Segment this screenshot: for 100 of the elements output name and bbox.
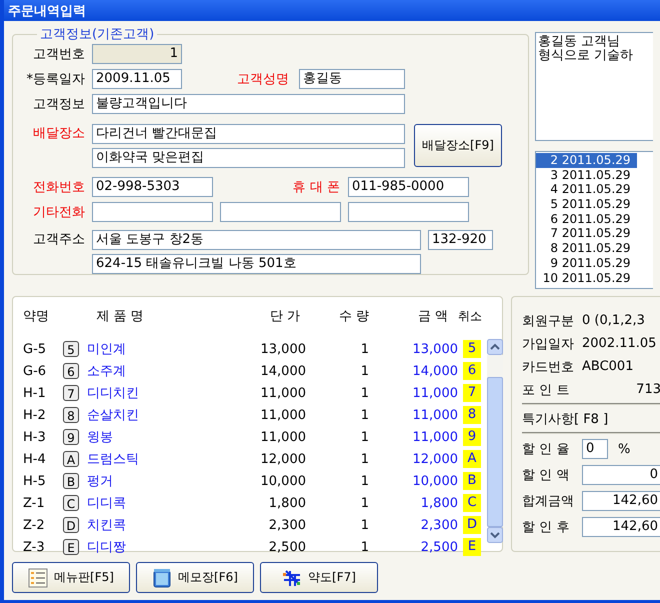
field-label: 배달장소 xyxy=(32,125,85,143)
cancel-button[interactable]: 8 xyxy=(463,406,481,424)
delivery-address-field[interactable]: 이화약국 맞은편집 xyxy=(92,148,405,168)
key-badge: 5 xyxy=(63,340,79,356)
list-icon xyxy=(28,568,48,588)
cancel-button[interactable]: E xyxy=(463,538,481,556)
toolbar-button[interactable]: 메모장[F6] xyxy=(136,562,254,593)
key-badge: 6 xyxy=(63,362,79,378)
cancel-button[interactable]: B xyxy=(463,472,481,490)
column-header: 제 품 명 xyxy=(95,308,145,325)
history-item[interactable]: 6 2011.05.29 xyxy=(536,212,637,226)
other-phone-field[interactable] xyxy=(92,202,213,222)
table-cell-text: 1 xyxy=(360,408,369,422)
table-cell-text: 치킨콕 xyxy=(87,517,127,534)
history-item[interactable]: 10 2011.05.29 xyxy=(536,270,637,286)
phone-field[interactable]: 02-998-5303 xyxy=(92,177,213,197)
table-cell-text: 1,800 xyxy=(420,496,458,510)
table-cell-text: 1 xyxy=(360,364,369,378)
delivery-address-field[interactable]: 다리건너 빨간대문집 xyxy=(92,124,405,144)
field-label: 합계금액 xyxy=(522,493,575,510)
table-cell-text: 미인계 xyxy=(87,341,127,358)
customer-info-field[interactable]: 불량고객입니다 xyxy=(92,94,405,114)
date-field[interactable]: 2009.11.05 xyxy=(92,69,182,89)
scroll-down-icon[interactable] xyxy=(487,527,503,543)
scrollbar[interactable] xyxy=(487,339,503,543)
group-title: 고객정보(기존고객) xyxy=(39,26,156,43)
table-cell-text: 드럼스틱 xyxy=(87,451,140,468)
cancel-button[interactable]: 6 xyxy=(463,362,481,380)
history-item[interactable]: 7 2011.05.29 xyxy=(536,226,637,242)
notepad-icon xyxy=(152,568,172,588)
table-cell-text: 소주계 xyxy=(87,363,127,380)
history-item[interactable]: 5 2011.05.29 xyxy=(536,197,637,212)
name-field[interactable]: 홍길동 xyxy=(299,69,405,89)
table-cell-text: G-6 xyxy=(22,364,48,378)
mobile-field[interactable]: 011-985-0000 xyxy=(348,177,469,197)
amount-field[interactable]: 0 xyxy=(582,465,660,485)
road-map-icon xyxy=(282,568,302,588)
info-value: ABC001 xyxy=(582,359,634,374)
history-item[interactable]: 8 2011.05.29 xyxy=(536,241,637,256)
delivery-address-button[interactable]: 배달장소[F9] xyxy=(414,124,502,167)
table-cell-text: 디디치킨 xyxy=(87,385,140,402)
key-badge: 9 xyxy=(63,428,79,444)
table-cell-text: 11,000 xyxy=(260,408,306,422)
field-label: 전화번호 xyxy=(32,179,85,196)
field-label: 할 인 율 xyxy=(522,441,570,458)
cancel-button[interactable]: D xyxy=(463,516,481,534)
amount-field[interactable]: 142,60 xyxy=(582,517,660,537)
key-badge: C xyxy=(63,494,79,510)
table-cell-text: 1 xyxy=(360,474,369,488)
scroll-thumb[interactable] xyxy=(487,377,503,527)
cancel-button[interactable]: 5 xyxy=(463,340,481,358)
table-cell-text: G-5 xyxy=(22,342,48,356)
info-label: 가입일자 xyxy=(522,336,575,352)
cancel-button[interactable]: 7 xyxy=(463,384,481,402)
info-label: 회원구분 xyxy=(522,312,575,330)
key-badge: D xyxy=(63,516,79,532)
amount-field[interactable]: 142,60 xyxy=(582,491,660,511)
table-cell-text: 10,000 xyxy=(412,474,458,488)
key-badge: 7 xyxy=(63,384,79,400)
other-phone-field[interactable] xyxy=(348,202,469,222)
table-cell-text: 14,000 xyxy=(260,364,306,378)
field-label: 고객정보 xyxy=(32,96,85,113)
table-cell-text: 12,000 xyxy=(260,452,306,466)
info-label: 포 인 트 xyxy=(522,382,570,398)
scroll-up-icon[interactable] xyxy=(487,339,503,355)
toolbar-button[interactable]: 메뉴판[F5] xyxy=(12,562,130,593)
table-cell-text: 1 xyxy=(360,386,369,400)
cancel-button[interactable]: 9 xyxy=(463,428,481,446)
table-cell-text: 14,000 xyxy=(412,364,458,378)
window-title: 주문내역입력 xyxy=(8,2,86,20)
table-cell-text: 1 xyxy=(360,430,369,444)
table-cell-text: 11,000 xyxy=(260,430,306,444)
memo-field[interactable]: 홍길동 고객님 형식으로 기술하 xyxy=(535,32,653,141)
table-cell-text: H-4 xyxy=(22,452,47,466)
history-item[interactable]: 9 2011.05.29 xyxy=(536,256,637,270)
other-phone-field[interactable] xyxy=(220,202,341,222)
special-notes-label[interactable]: 특기사항[ F8 ] xyxy=(522,410,608,428)
history-item[interactable]: 4 2011.05.29 xyxy=(536,182,637,198)
key-badge: B xyxy=(63,472,79,488)
unit-label: % xyxy=(618,442,630,456)
table-cell-text: 11,000 xyxy=(260,386,306,400)
discount-rate-field[interactable]: 0 xyxy=(582,439,608,459)
table-cell-text: Z-3 xyxy=(22,540,46,554)
history-item[interactable]: 3 2011.05.29 xyxy=(536,168,637,182)
table-cell-text: 2,500 xyxy=(268,540,306,554)
table-cell-text: 1 xyxy=(360,452,369,466)
address-field[interactable]: 서울 도봉구 창2동 xyxy=(92,230,421,250)
toolbar-button[interactable]: 약도[F7] xyxy=(260,562,378,593)
table-cell-text: 펑거 xyxy=(87,473,114,490)
field-label: 할 인 액 xyxy=(522,467,570,484)
table-cell-text: 1 xyxy=(360,496,369,510)
address-field[interactable]: 624-15 태솔유니크빌 나동 501호 xyxy=(92,254,421,274)
history-item[interactable]: 2 2011.05.29 xyxy=(536,153,637,168)
table-cell-text: 1 xyxy=(360,342,369,356)
zip-code-field[interactable]: 132-920 xyxy=(428,230,493,250)
cancel-button[interactable]: C xyxy=(463,494,481,512)
table-cell-text: 디디짱 xyxy=(87,539,127,556)
cancel-button[interactable]: A xyxy=(463,450,481,468)
table-cell-text: 11,000 xyxy=(412,386,458,400)
field-label: *등록일자 xyxy=(26,71,85,88)
